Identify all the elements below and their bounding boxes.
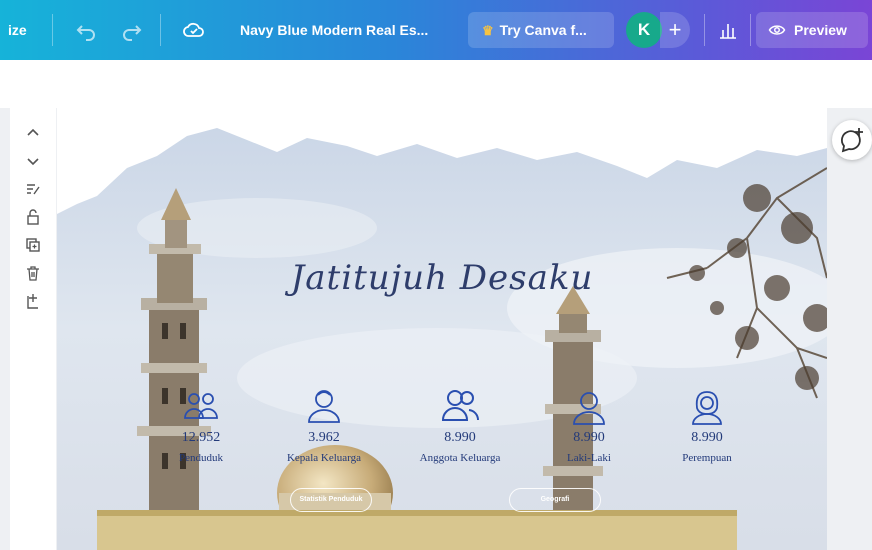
top-toolbar: ize Navy Blue Modern Real Es... ♛ Try Can… xyxy=(0,0,872,60)
female-icon xyxy=(692,391,722,425)
eye-icon xyxy=(768,25,786,35)
page-tools-sidebar xyxy=(10,108,56,550)
add-collaborator-button[interactable]: + xyxy=(660,12,690,48)
toolbar-divider xyxy=(52,14,53,46)
comment-add-icon xyxy=(841,128,863,153)
document-title[interactable]: Navy Blue Modern Real Es... xyxy=(240,0,428,60)
undo-icon[interactable] xyxy=(74,18,98,42)
preview-button[interactable]: Preview xyxy=(756,12,868,48)
background-photo xyxy=(57,108,827,550)
stat-label: Laki-Laki xyxy=(567,452,611,464)
toolbar-divider xyxy=(160,14,161,46)
crown-icon: ♛ xyxy=(482,23,494,38)
try-canva-pro-button[interactable]: ♛ Try Canva f... xyxy=(468,12,614,48)
toolbar-divider xyxy=(750,14,751,46)
toolbar-divider xyxy=(704,14,705,46)
add-page-icon[interactable] xyxy=(24,292,42,310)
stat-label: Perempuan xyxy=(682,452,732,464)
analytics-icon[interactable] xyxy=(716,18,740,42)
person-icon xyxy=(308,390,340,423)
male-icon xyxy=(573,392,605,425)
chevron-up-icon[interactable] xyxy=(24,124,42,142)
cloud-saved-icon[interactable] xyxy=(182,18,206,42)
resize-button[interactable]: ize xyxy=(8,0,27,60)
stat-value: 8.990 xyxy=(573,430,605,445)
design-canvas[interactable]: Jatitujuh Desaku 12.952 3.962 8.990 8.99… xyxy=(57,108,827,550)
lock-icon[interactable] xyxy=(24,208,42,226)
group-icon xyxy=(184,393,218,419)
stat-value: 12.952 xyxy=(181,430,221,445)
stat-label: Penduduk xyxy=(179,452,223,464)
notes-icon[interactable] xyxy=(24,180,42,198)
add-comment-button[interactable] xyxy=(832,120,872,160)
family-icon xyxy=(441,390,480,421)
geografi-button[interactable]: Geografi xyxy=(509,488,601,512)
trash-icon[interactable] xyxy=(24,264,42,282)
design-title[interactable]: Jatitujuh Desaku xyxy=(57,258,827,298)
redo-icon[interactable] xyxy=(120,18,144,42)
stat-label: Kepala Keluarga xyxy=(286,452,361,464)
duplicate-icon[interactable] xyxy=(24,236,42,254)
chevron-down-icon[interactable] xyxy=(24,152,42,170)
try-canva-label: Try Canva f... xyxy=(499,22,587,38)
stat-value: 3.962 xyxy=(308,430,340,445)
statistik-penduduk-button[interactable]: Statistik Penduduk xyxy=(290,488,372,512)
avatar[interactable]: K xyxy=(626,12,662,48)
stat-value: 8.990 xyxy=(444,430,476,445)
stat-value: 8.990 xyxy=(691,430,723,445)
stat-label: Anggota Keluarga xyxy=(419,452,501,464)
preview-label: Preview xyxy=(794,22,847,38)
